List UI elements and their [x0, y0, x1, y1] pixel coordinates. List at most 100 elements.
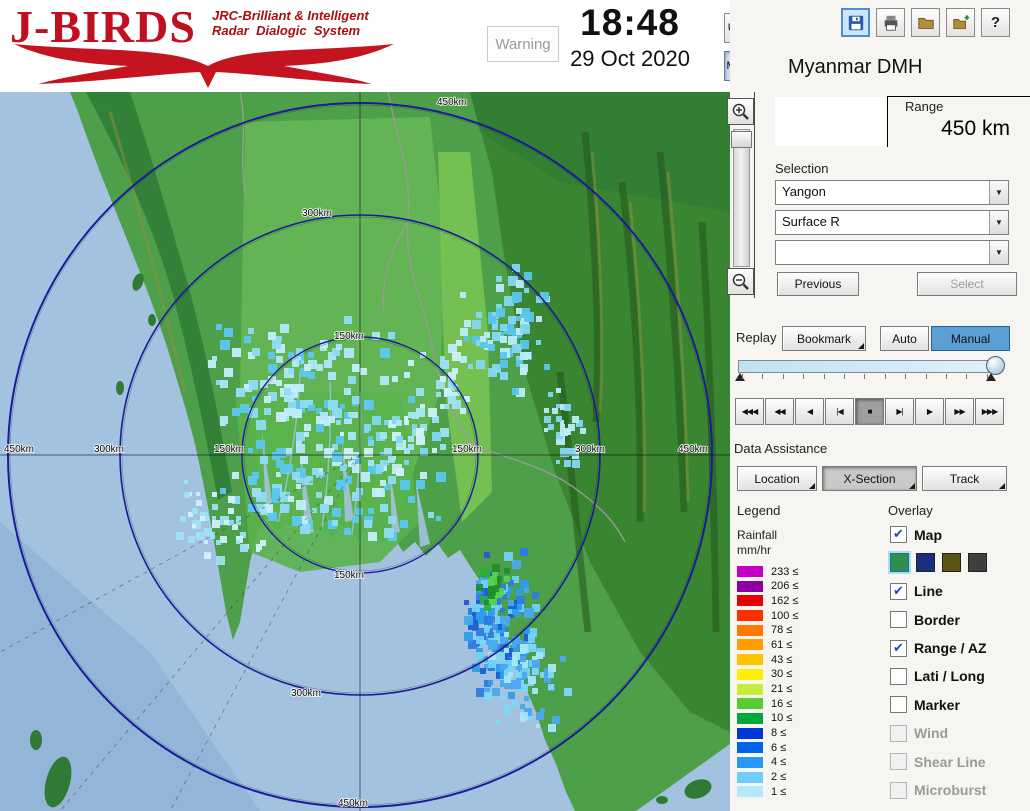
- rain-echo-cell: [196, 492, 200, 496]
- legend-entry: 61 ≤: [737, 639, 798, 651]
- track-button[interactable]: Track: [922, 466, 1007, 491]
- checkbox-line[interactable]: ✔: [890, 582, 907, 600]
- rain-echo-cell: [556, 416, 562, 422]
- warning-button[interactable]: Warning: [487, 26, 559, 62]
- map-color-swatch-1[interactable]: [916, 553, 935, 573]
- location-button[interactable]: Location: [737, 466, 817, 491]
- rain-echo-cell: [304, 424, 311, 431]
- step-back-button[interactable]: |◀: [825, 398, 854, 425]
- fastest-rewind-button[interactable]: ◀◀◀: [735, 398, 764, 425]
- zoom-out-button[interactable]: [727, 268, 754, 295]
- save-button[interactable]: [841, 8, 870, 37]
- range-ring-label: 150km: [334, 331, 364, 342]
- checkbox-map[interactable]: ✔: [890, 526, 907, 543]
- rain-echo-cell: [520, 364, 528, 372]
- overlay-item-border: Border: [890, 609, 1030, 630]
- overlay-item-lati-long: Lati / Long: [890, 666, 1030, 687]
- rain-echo-cell: [312, 508, 317, 513]
- slider-start-marker[interactable]: [735, 373, 745, 381]
- rain-echo-cell: [436, 516, 441, 521]
- checkbox-microburst: [890, 781, 907, 799]
- rain-echo-cell: [536, 712, 544, 720]
- rain-echo-cell: [268, 332, 276, 340]
- clock-time: 18:48: [580, 2, 680, 43]
- slider-track[interactable]: [738, 360, 996, 373]
- help-icon: ?: [990, 14, 1001, 31]
- map-color-swatch-2[interactable]: [942, 553, 961, 573]
- rain-echo-cell: [224, 520, 229, 525]
- radar-map[interactable]: 450km 300km 150km 450km 300km 150km 150km 300km…: [0, 92, 730, 811]
- play-button[interactable]: ▶: [915, 398, 944, 425]
- rain-echo-cell: [476, 312, 482, 318]
- slider-tick: [762, 374, 764, 379]
- rain-echo-cell: [276, 380, 282, 386]
- previous-button[interactable]: Previous: [777, 272, 859, 296]
- rain-echo-cell: [416, 480, 425, 489]
- rain-echo-cell: [184, 492, 190, 498]
- step-forward-button[interactable]: ▶|: [885, 398, 914, 425]
- slider-tick: [884, 374, 886, 379]
- rain-echo-cell: [212, 520, 220, 528]
- print-button[interactable]: [876, 8, 905, 37]
- select-button[interactable]: Select: [917, 272, 1017, 296]
- rain-echo-cell: [508, 588, 513, 593]
- checkbox-border[interactable]: [890, 611, 907, 629]
- chevron-down-icon[interactable]: ▼: [989, 241, 1008, 264]
- checkbox-lati-long[interactable]: [890, 667, 907, 685]
- rain-echo-cell: [488, 368, 497, 377]
- rain-echo-cell: [408, 496, 415, 503]
- help-button[interactable]: ?: [981, 8, 1010, 37]
- rain-echo-cell: [428, 512, 434, 518]
- rain-echo-cell: [524, 288, 529, 293]
- rain-echo-cell: [460, 292, 466, 298]
- rain-echo-cell: [228, 496, 235, 503]
- checkbox-range-az[interactable]: ✔: [890, 639, 907, 657]
- rain-echo-cell: [260, 508, 267, 515]
- product-select-dropdown[interactable]: Surface R ▼: [775, 210, 1009, 235]
- rain-echo-cell: [552, 408, 558, 414]
- map-color-swatch-0[interactable]: [890, 553, 909, 573]
- rain-echo-cell: [204, 528, 208, 532]
- zoom-in-button[interactable]: [727, 98, 754, 125]
- chevron-down-icon[interactable]: ▼: [989, 211, 1008, 234]
- rain-echo-cell: [500, 608, 505, 613]
- bookmark-button[interactable]: Bookmark: [782, 326, 866, 351]
- rain-echo-cell: [492, 324, 498, 330]
- fast-forward-button[interactable]: ▶▶: [945, 398, 974, 425]
- rain-echo-cell: [408, 396, 415, 403]
- replay-time-slider[interactable]: [735, 356, 1008, 390]
- export-button[interactable]: [946, 8, 975, 37]
- rain-echo-cell: [464, 320, 471, 327]
- chevron-down-icon[interactable]: ▼: [989, 181, 1008, 204]
- rain-echo-cell: [380, 504, 388, 512]
- zoom-slider-thumb[interactable]: [731, 131, 752, 148]
- zoom-slider[interactable]: [733, 129, 750, 267]
- rain-echo-cell: [548, 424, 554, 430]
- auto-button[interactable]: Auto: [880, 326, 929, 351]
- legend-value: 30 ≤: [771, 668, 793, 681]
- fastest-forward-button[interactable]: ▶▶▶: [975, 398, 1004, 425]
- manual-button[interactable]: Manual: [931, 326, 1010, 351]
- x-section-button[interactable]: X-Section: [822, 466, 917, 491]
- stop-button[interactable]: ■: [855, 398, 884, 425]
- slider-tick: [905, 374, 907, 379]
- rain-echo-cell: [308, 400, 313, 405]
- play-reverse-button[interactable]: ◀: [795, 398, 824, 425]
- checkbox-marker[interactable]: [890, 696, 907, 714]
- legend-entries: 233 ≤ 206 ≤162 ≤ 100 ≤ 78 ≤61 ≤ 43 ≤ 30 ≤ 21 ≤…: [737, 566, 798, 801]
- range-ring-label: 300km: [575, 444, 605, 455]
- rain-echo-cell: [352, 364, 360, 372]
- open-folder-button[interactable]: [911, 8, 940, 37]
- rain-echo-cell: [236, 388, 245, 397]
- site-select-dropdown[interactable]: Yangon ▼: [775, 180, 1009, 205]
- rain-echo-cell: [324, 496, 333, 505]
- rain-echo-cell: [300, 456, 308, 464]
- eagle-logo-icon: [14, 44, 394, 88]
- rain-echo-cell: [572, 460, 580, 468]
- rain-echo-cell: [504, 708, 511, 715]
- option-select-dropdown[interactable]: ▼: [775, 240, 1009, 265]
- station-title: Myanmar DMH: [788, 56, 923, 78]
- rain-echo-cell: [216, 556, 225, 565]
- fast-rewind-button[interactable]: ◀◀: [765, 398, 794, 425]
- map-color-swatch-3[interactable]: [968, 553, 987, 573]
